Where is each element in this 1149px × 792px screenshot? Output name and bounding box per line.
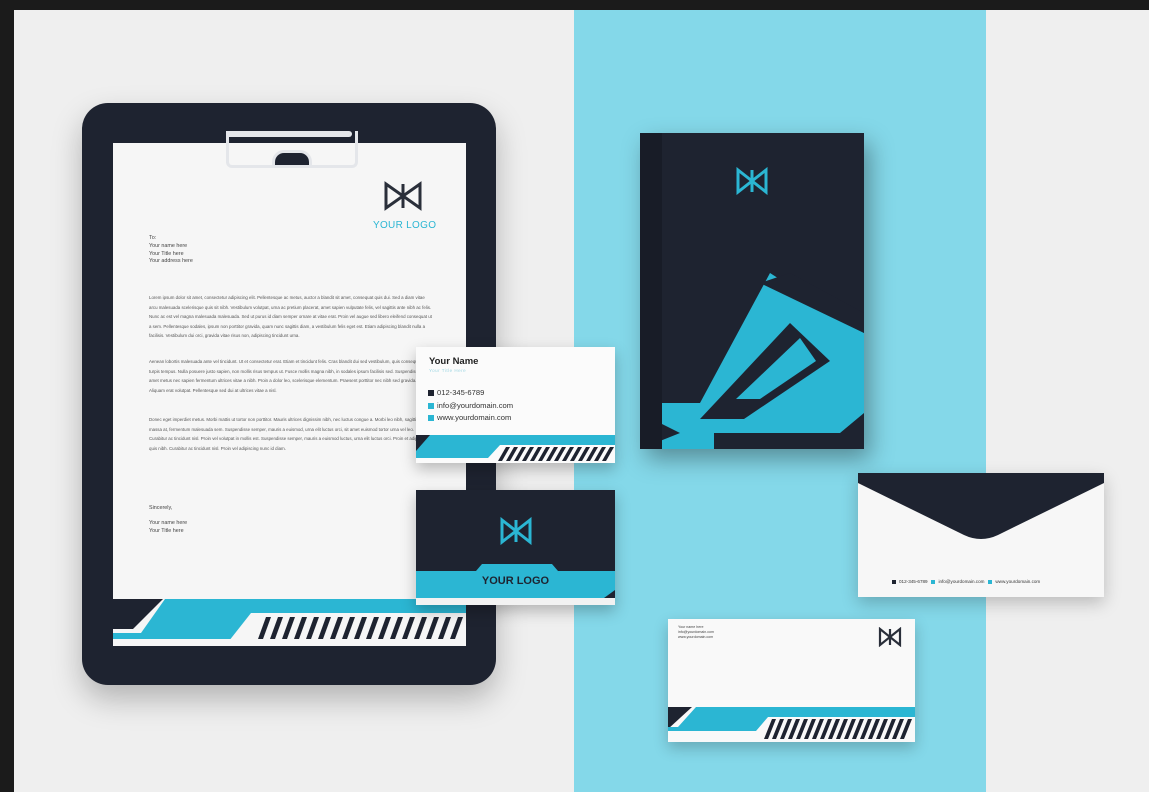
bowtie-logo-icon: [736, 167, 768, 195]
phone-icon: [892, 579, 896, 584]
envelope: 012-345-6789 info@yourdomain.com www.you…: [858, 473, 1104, 597]
letter-recipient-name: Your name here: [149, 242, 188, 249]
card-name: Your Name: [429, 356, 479, 367]
letter-recipient-title: Your Title here: [149, 250, 184, 257]
small-envelope-footer-stripe: [668, 707, 915, 739]
letter-to-label: To:: [149, 235, 157, 241]
card-phone: 012-345-6789: [437, 388, 485, 397]
phone-icon: [428, 390, 434, 396]
envelope-contact-line: 012-345-6789 info@yourdomain.com www.you…: [892, 579, 1040, 584]
right-background-panel: [986, 10, 1149, 792]
small-envelope: Your name here info@yourdomain.com www.y…: [668, 619, 915, 742]
envelope-website: www.yourdomain.com: [995, 579, 1041, 584]
globe-icon: [428, 415, 434, 421]
envelope-email: info@yourdomain.com: [938, 579, 985, 584]
notebook-spine: [640, 133, 662, 449]
letterhead-page: YOUR LOGO To: Your name here Your Title …: [113, 143, 466, 646]
envelope-phone: 012-345-6789: [899, 579, 928, 584]
mail-icon: [428, 403, 434, 409]
card-phone-row: 012-345-6789: [428, 388, 484, 397]
business-card-front: Your Name Your Title Here 012-345-6789 i…: [416, 347, 615, 463]
card-back-logo-text: YOUR LOGO: [481, 575, 550, 587]
card-title: Your Title Here: [429, 368, 467, 373]
letterhead-logo-text: YOUR LOGO: [373, 220, 437, 231]
bowtie-logo-icon: [878, 627, 902, 647]
small-envelope-address: Your name here info@yourdomain.com www.y…: [678, 625, 714, 640]
letter-paragraph-2: Aenean lobortis malesuada ante vel tinci…: [149, 359, 426, 393]
bowtie-logo-icon: [384, 181, 422, 211]
globe-icon: [988, 579, 993, 584]
letter-paragraph-3: Donec eget imperdiet metus. Morbi mattis…: [149, 417, 429, 451]
letter-paragraph-1: Lorem ipsum dolor sit amet, consectetur …: [149, 295, 432, 338]
letter-recipient-address: Your address here: [149, 258, 193, 265]
notebook-cover: [640, 133, 864, 449]
card-website: www.yourdomain.com: [437, 413, 512, 422]
clip-notch: [272, 150, 312, 165]
letter-sign-title: Your Title here: [149, 527, 184, 534]
small-envelope-line-3: www.yourdomain.com: [678, 635, 714, 639]
stationery-mockup-scene: YOUR LOGO To: Your name here Your Title …: [0, 0, 1149, 792]
card-website-row: www.yourdomain.com: [428, 413, 511, 422]
envelope-flap: [858, 473, 1104, 539]
bowtie-logo-icon: [500, 517, 532, 545]
letterhead-footer-stripe: [113, 591, 466, 646]
business-card-back: YOUR LOGO: [416, 490, 615, 605]
letter-signature: Your name here Your Title here: [149, 520, 187, 536]
letter-recipient-block: To: Your name here Your Title here Your …: [149, 235, 193, 266]
card-email-row: info@yourdomain.com: [428, 401, 513, 410]
card-front-footer-stripe: [416, 435, 615, 461]
card-email: info@yourdomain.com: [437, 401, 514, 410]
letter-closing: Sincerely,: [149, 505, 173, 511]
letter-sign-name: Your name here: [149, 520, 188, 526]
mail-icon: [931, 579, 936, 584]
